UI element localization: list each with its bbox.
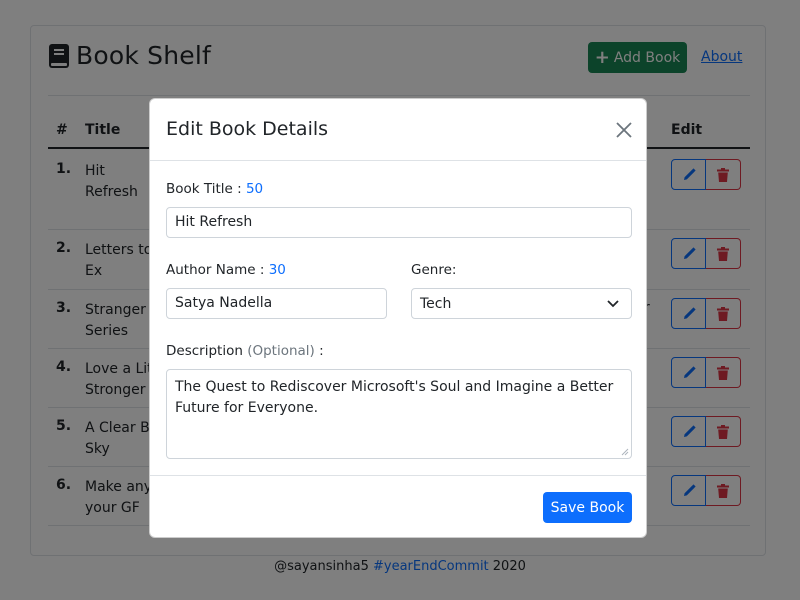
- description-suffix: :: [314, 343, 324, 359]
- modal-footer: Save Book: [150, 475, 646, 537]
- author-name-char-count: 30: [268, 262, 286, 278]
- modal-header: Edit Book Details: [150, 99, 646, 161]
- description-label-text: Description: [166, 343, 248, 359]
- genre-select[interactable]: Tech: [411, 288, 632, 319]
- book-title-label-text: Book Title :: [166, 181, 246, 197]
- author-name-label: Author Name : 30: [166, 262, 286, 278]
- save-book-button[interactable]: Save Book: [543, 492, 632, 523]
- genre-label: Genre:: [411, 262, 457, 278]
- book-title-input[interactable]: Hit Refresh: [166, 207, 632, 238]
- genre-selected-value: Tech: [420, 295, 452, 312]
- description-optional: (Optional): [247, 343, 315, 359]
- close-icon[interactable]: [615, 121, 633, 139]
- author-name-label-text: Author Name :: [166, 262, 269, 278]
- resize-grip-icon[interactable]: [621, 448, 629, 456]
- author-name-input[interactable]: Satya Nadella: [166, 288, 387, 319]
- description-textarea[interactable]: The Quest to Rediscover Microsoft's Soul…: [166, 369, 632, 459]
- description-label: Description (Optional) :: [166, 343, 324, 359]
- edit-book-modal: Edit Book Details Book Title : 50 Hit Re…: [149, 98, 647, 538]
- modal-title: Edit Book Details: [166, 118, 329, 140]
- book-title-char-count: 50: [245, 181, 264, 197]
- chevron-down-icon: [607, 299, 619, 307]
- book-title-label: Book Title : 50: [166, 181, 263, 197]
- description-text: The Quest to Rediscover Microsoft's Soul…: [175, 379, 614, 416]
